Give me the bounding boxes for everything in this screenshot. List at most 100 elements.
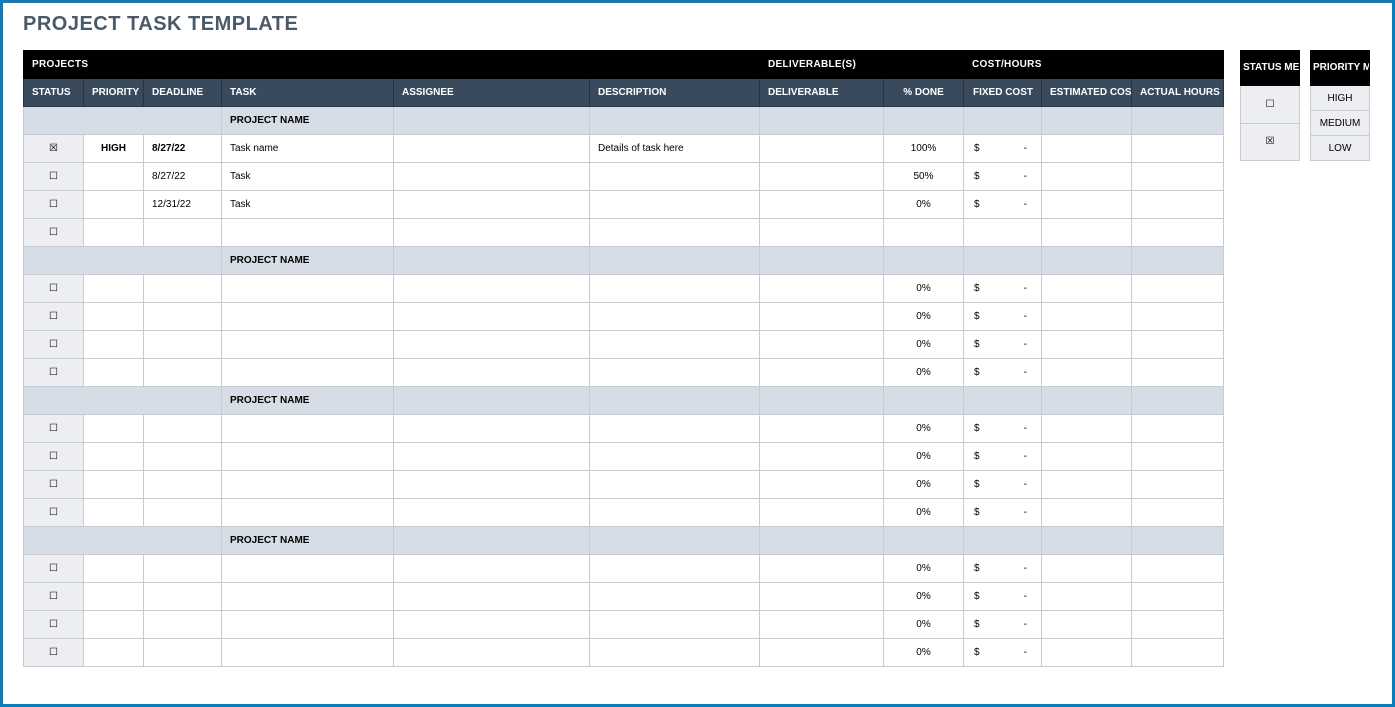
cell-assignee[interactable] bbox=[394, 359, 590, 387]
cell-fixed-cost[interactable]: $- bbox=[964, 611, 1042, 639]
cell-task[interactable]: Task bbox=[222, 163, 394, 191]
cell-percent-done[interactable]: 0% bbox=[884, 583, 964, 611]
cell-priority[interactable] bbox=[84, 219, 144, 247]
cell-deadline[interactable] bbox=[144, 611, 222, 639]
cell-status[interactable]: ☐ bbox=[24, 639, 84, 667]
cell-estimated-cost[interactable] bbox=[1042, 331, 1132, 359]
cell-assignee[interactable] bbox=[394, 499, 590, 527]
cell-actual-hours[interactable] bbox=[1132, 191, 1224, 219]
cell-estimated-cost[interactable] bbox=[1042, 443, 1132, 471]
cell-task[interactable] bbox=[222, 611, 394, 639]
cell-fixed-cost[interactable]: $- bbox=[964, 555, 1042, 583]
cell-estimated-cost[interactable] bbox=[1042, 639, 1132, 667]
cell-task[interactable] bbox=[222, 415, 394, 443]
cell-actual-hours[interactable] bbox=[1132, 611, 1224, 639]
status-menu-item[interactable]: ☒ bbox=[1241, 123, 1300, 161]
group-label[interactable]: PROJECT NAME bbox=[222, 387, 394, 415]
cell-actual-hours[interactable] bbox=[1132, 639, 1224, 667]
cell-percent-done[interactable]: 0% bbox=[884, 415, 964, 443]
cell-status[interactable]: ☐ bbox=[24, 583, 84, 611]
status-menu-item[interactable]: ☐ bbox=[1241, 86, 1300, 124]
cell-actual-hours[interactable] bbox=[1132, 443, 1224, 471]
cell-percent-done[interactable]: 100% bbox=[884, 135, 964, 163]
cell-task[interactable]: Task bbox=[222, 191, 394, 219]
cell-description[interactable] bbox=[590, 443, 760, 471]
cell-actual-hours[interactable] bbox=[1132, 275, 1224, 303]
cell-fixed-cost[interactable]: $- bbox=[964, 163, 1042, 191]
cell-deadline[interactable] bbox=[144, 471, 222, 499]
cell-task[interactable] bbox=[222, 555, 394, 583]
cell-assignee[interactable] bbox=[394, 443, 590, 471]
cell-actual-hours[interactable] bbox=[1132, 219, 1224, 247]
cell-percent-done[interactable]: 0% bbox=[884, 359, 964, 387]
cell-assignee[interactable] bbox=[394, 303, 590, 331]
cell-fixed-cost[interactable]: $- bbox=[964, 499, 1042, 527]
cell-priority[interactable] bbox=[84, 415, 144, 443]
cell-priority[interactable] bbox=[84, 443, 144, 471]
cell-assignee[interactable] bbox=[394, 275, 590, 303]
cell-task[interactable] bbox=[222, 639, 394, 667]
cell-description[interactable] bbox=[590, 359, 760, 387]
cell-estimated-cost[interactable] bbox=[1042, 583, 1132, 611]
cell-status[interactable]: ☐ bbox=[24, 163, 84, 191]
cell-estimated-cost[interactable] bbox=[1042, 191, 1132, 219]
cell-deadline[interactable] bbox=[144, 303, 222, 331]
cell-percent-done[interactable]: 0% bbox=[884, 303, 964, 331]
cell-priority[interactable] bbox=[84, 471, 144, 499]
cell-percent-done[interactable]: 0% bbox=[884, 499, 964, 527]
cell-assignee[interactable] bbox=[394, 639, 590, 667]
cell-priority[interactable] bbox=[84, 359, 144, 387]
cell-status[interactable]: ☐ bbox=[24, 471, 84, 499]
cell-estimated-cost[interactable] bbox=[1042, 275, 1132, 303]
cell-actual-hours[interactable] bbox=[1132, 499, 1224, 527]
cell-percent-done[interactable]: 0% bbox=[884, 555, 964, 583]
cell-deliverable[interactable] bbox=[760, 611, 884, 639]
cell-actual-hours[interactable] bbox=[1132, 471, 1224, 499]
cell-actual-hours[interactable] bbox=[1132, 583, 1224, 611]
priority-menu-item[interactable]: HIGH bbox=[1311, 86, 1370, 111]
cell-deliverable[interactable] bbox=[760, 303, 884, 331]
cell-task[interactable] bbox=[222, 359, 394, 387]
cell-status[interactable]: ☐ bbox=[24, 443, 84, 471]
cell-deliverable[interactable] bbox=[760, 415, 884, 443]
cell-task[interactable] bbox=[222, 219, 394, 247]
cell-deadline[interactable] bbox=[144, 219, 222, 247]
cell-deadline[interactable] bbox=[144, 583, 222, 611]
cell-estimated-cost[interactable] bbox=[1042, 499, 1132, 527]
cell-actual-hours[interactable] bbox=[1132, 415, 1224, 443]
cell-assignee[interactable] bbox=[394, 163, 590, 191]
cell-description[interactable] bbox=[590, 303, 760, 331]
cell-estimated-cost[interactable] bbox=[1042, 555, 1132, 583]
cell-deliverable[interactable] bbox=[760, 331, 884, 359]
cell-task[interactable] bbox=[222, 275, 394, 303]
cell-assignee[interactable] bbox=[394, 471, 590, 499]
cell-task[interactable] bbox=[222, 583, 394, 611]
cell-fixed-cost[interactable]: $- bbox=[964, 443, 1042, 471]
cell-deliverable[interactable] bbox=[760, 219, 884, 247]
cell-description[interactable] bbox=[590, 471, 760, 499]
cell-actual-hours[interactable] bbox=[1132, 331, 1224, 359]
cell-task[interactable] bbox=[222, 443, 394, 471]
cell-percent-done[interactable]: 0% bbox=[884, 611, 964, 639]
cell-description[interactable] bbox=[590, 331, 760, 359]
cell-deliverable[interactable] bbox=[760, 191, 884, 219]
cell-deliverable[interactable] bbox=[760, 359, 884, 387]
cell-percent-done[interactable]: 50% bbox=[884, 163, 964, 191]
cell-description[interactable] bbox=[590, 555, 760, 583]
cell-assignee[interactable] bbox=[394, 219, 590, 247]
cell-description[interactable] bbox=[590, 639, 760, 667]
cell-estimated-cost[interactable] bbox=[1042, 303, 1132, 331]
cell-deliverable[interactable] bbox=[760, 639, 884, 667]
cell-description[interactable] bbox=[590, 163, 760, 191]
cell-percent-done[interactable]: 0% bbox=[884, 639, 964, 667]
cell-task[interactable] bbox=[222, 471, 394, 499]
cell-priority[interactable] bbox=[84, 611, 144, 639]
cell-description[interactable] bbox=[590, 415, 760, 443]
cell-fixed-cost[interactable]: $- bbox=[964, 583, 1042, 611]
cell-deadline[interactable] bbox=[144, 443, 222, 471]
cell-deadline[interactable]: 8/27/22 bbox=[144, 163, 222, 191]
cell-fixed-cost[interactable]: $- bbox=[964, 639, 1042, 667]
cell-description[interactable] bbox=[590, 275, 760, 303]
cell-fixed-cost[interactable]: $- bbox=[964, 331, 1042, 359]
cell-task[interactable] bbox=[222, 303, 394, 331]
